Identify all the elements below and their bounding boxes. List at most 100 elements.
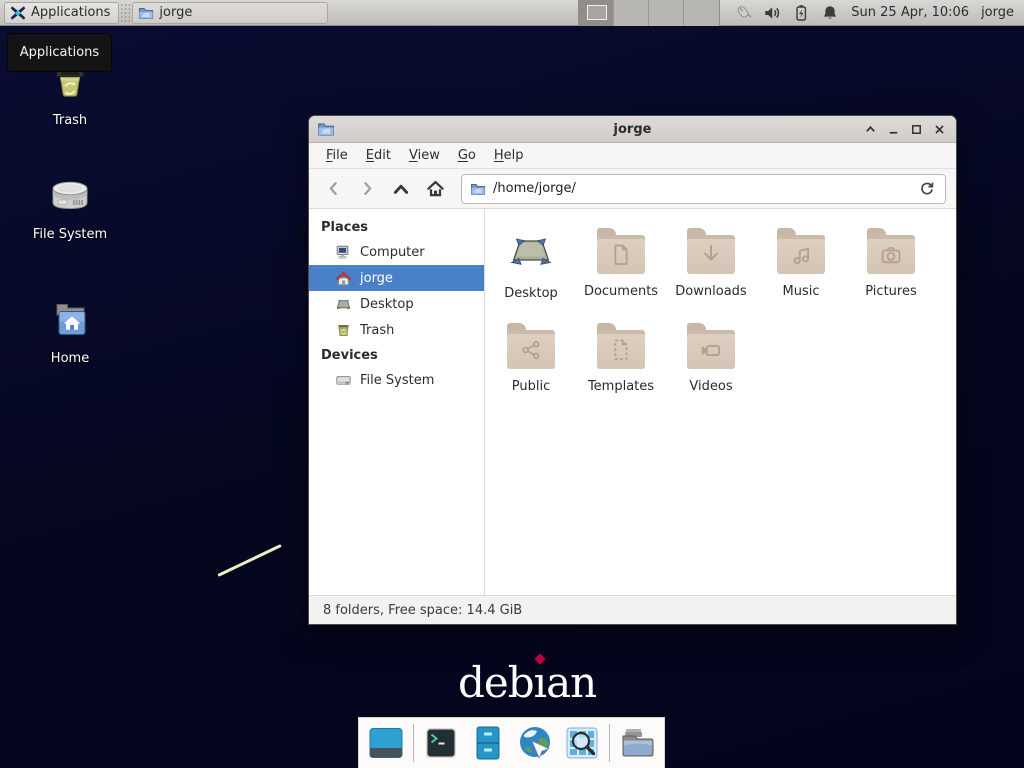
applications-menu-label: Applications [31, 5, 110, 20]
desktop-icon-home[interactable]: Home [10, 296, 130, 366]
file-item-label: Music [783, 284, 820, 299]
user-menu[interactable]: jorge [981, 5, 1014, 20]
menu-help[interactable]: Help [485, 143, 533, 168]
back-button[interactable] [319, 175, 347, 203]
menu-go[interactable]: Go [449, 143, 485, 168]
show-desktop-icon[interactable] [366, 723, 406, 763]
file-item-documents[interactable]: Documents [576, 228, 666, 323]
dock-folder-icon[interactable] [617, 723, 657, 763]
sidebar-item-computer[interactable]: Computer [309, 239, 484, 265]
workspace-1[interactable] [579, 0, 614, 26]
drive-big-icon [46, 172, 94, 220]
battery-icon[interactable] [792, 4, 810, 22]
file-manager-window: jorge FileEditViewGoHelp PlacesComputer j… [308, 115, 957, 625]
forward-button[interactable] [353, 175, 381, 203]
home-big-icon [46, 296, 94, 344]
location-bar[interactable] [461, 174, 946, 204]
tooltip-text: Applications [20, 45, 99, 60]
desktop-icon-file-system[interactable]: File System [10, 172, 130, 242]
computer-icon [335, 244, 352, 261]
maximize-button[interactable] [909, 122, 923, 136]
file-list-area[interactable]: DesktopDocuments Downloads Music Pictures Pu… [485, 209, 956, 595]
file-item-videos[interactable]: Videos [666, 323, 756, 418]
file-item-desktop[interactable]: Desktop [486, 228, 576, 323]
file-item-label: Pictures [865, 284, 916, 299]
file-item-music[interactable]: Music [756, 228, 846, 323]
menu-file[interactable]: File [317, 143, 357, 168]
notifications-icon[interactable] [821, 4, 839, 22]
location-input[interactable] [493, 181, 912, 196]
file-item-downloads[interactable]: Downloads [666, 228, 756, 323]
statusbar: 8 folders, Free space: 14.4 GiB [309, 595, 956, 624]
document-emblem-icon [608, 242, 635, 269]
debian-red-diamond [534, 653, 545, 664]
home-red-icon [335, 270, 352, 287]
file-item-public[interactable]: Public [486, 323, 576, 418]
file-item-templates[interactable]: Templates [576, 323, 666, 418]
drive-mini-icon [335, 372, 352, 389]
file-item-label: Downloads [675, 284, 746, 299]
dock-separator [413, 724, 414, 762]
desktop-mat-icon [507, 228, 555, 276]
terminal-icon[interactable] [421, 723, 461, 763]
shade-button[interactable] [863, 122, 877, 136]
folder-icon [777, 228, 825, 274]
template-emblem-icon [608, 337, 635, 364]
workspace-window-thumb [587, 5, 607, 20]
dock-separator [609, 724, 610, 762]
taskbar-window-button[interactable]: jorge [132, 2, 328, 24]
sidebar-header-devices: Devices [309, 343, 484, 367]
workspace-3[interactable] [649, 0, 684, 26]
applications-menu-button[interactable]: Applications [4, 2, 119, 24]
menu-view[interactable]: View [400, 143, 449, 168]
wallpaper-line-art [217, 544, 281, 577]
camera-emblem-icon [878, 242, 905, 269]
desktop-icon-label: Trash [53, 113, 87, 128]
desktop-mini-icon [335, 296, 352, 313]
up-button[interactable] [387, 175, 415, 203]
sidebar-item-file-system[interactable]: File System [309, 367, 484, 393]
window-title: jorge [309, 122, 956, 137]
desktop-icon-label: File System [33, 227, 107, 242]
file-item-label: Public [512, 379, 550, 394]
xfce-logo-icon [10, 5, 26, 21]
sidebar-item-label: jorge [360, 271, 393, 286]
workspace-4[interactable] [684, 0, 719, 26]
sidebar-item-trash[interactable]: Trash [309, 317, 484, 343]
applications-tooltip: Applications [7, 33, 112, 72]
folder-icon [687, 323, 735, 369]
folder-small-icon [138, 5, 154, 21]
app-finder-icon[interactable] [562, 723, 602, 763]
window-titlebar[interactable]: jorge [309, 116, 956, 143]
folder-icon [597, 323, 645, 369]
folder-icon [507, 323, 555, 369]
debian-wordmark: debıan [458, 660, 596, 706]
mouse-icon[interactable] [734, 4, 752, 22]
sidebar-item-desktop[interactable]: Desktop [309, 291, 484, 317]
close-button[interactable] [932, 122, 946, 136]
music-emblem-icon [788, 242, 815, 269]
web-browser-icon[interactable] [515, 723, 555, 763]
file-item-pictures[interactable]: Pictures [846, 228, 936, 323]
sidebar: PlacesComputer jorge Desktop Trash Devices Fi… [309, 209, 485, 595]
home-button[interactable] [421, 175, 449, 203]
sidebar-item-label: File System [360, 373, 434, 388]
dock [358, 717, 665, 768]
workspace-2[interactable] [614, 0, 649, 26]
wordmark-i: ı [534, 658, 546, 707]
sidebar-item-label: Trash [360, 323, 394, 338]
menu-edit[interactable]: Edit [357, 143, 400, 168]
volume-icon[interactable] [763, 4, 781, 22]
window-folder-icon [317, 120, 335, 138]
file-item-label: Templates [588, 379, 654, 394]
file-cabinet-icon[interactable] [468, 723, 508, 763]
reload-icon[interactable] [919, 180, 937, 198]
minimize-button[interactable] [886, 122, 900, 136]
share-emblem-icon [518, 337, 545, 364]
panel-separator-handle[interactable] [121, 4, 130, 22]
sidebar-item-jorge[interactable]: jorge [309, 265, 484, 291]
sidebar-item-label: Desktop [360, 297, 414, 312]
top-panel: Applications jorge Sun 25 Apr, 10:06 jor… [0, 0, 1024, 26]
sidebar-header-places: Places [309, 215, 484, 239]
clock[interactable]: Sun 25 Apr, 10:06 [851, 5, 969, 20]
